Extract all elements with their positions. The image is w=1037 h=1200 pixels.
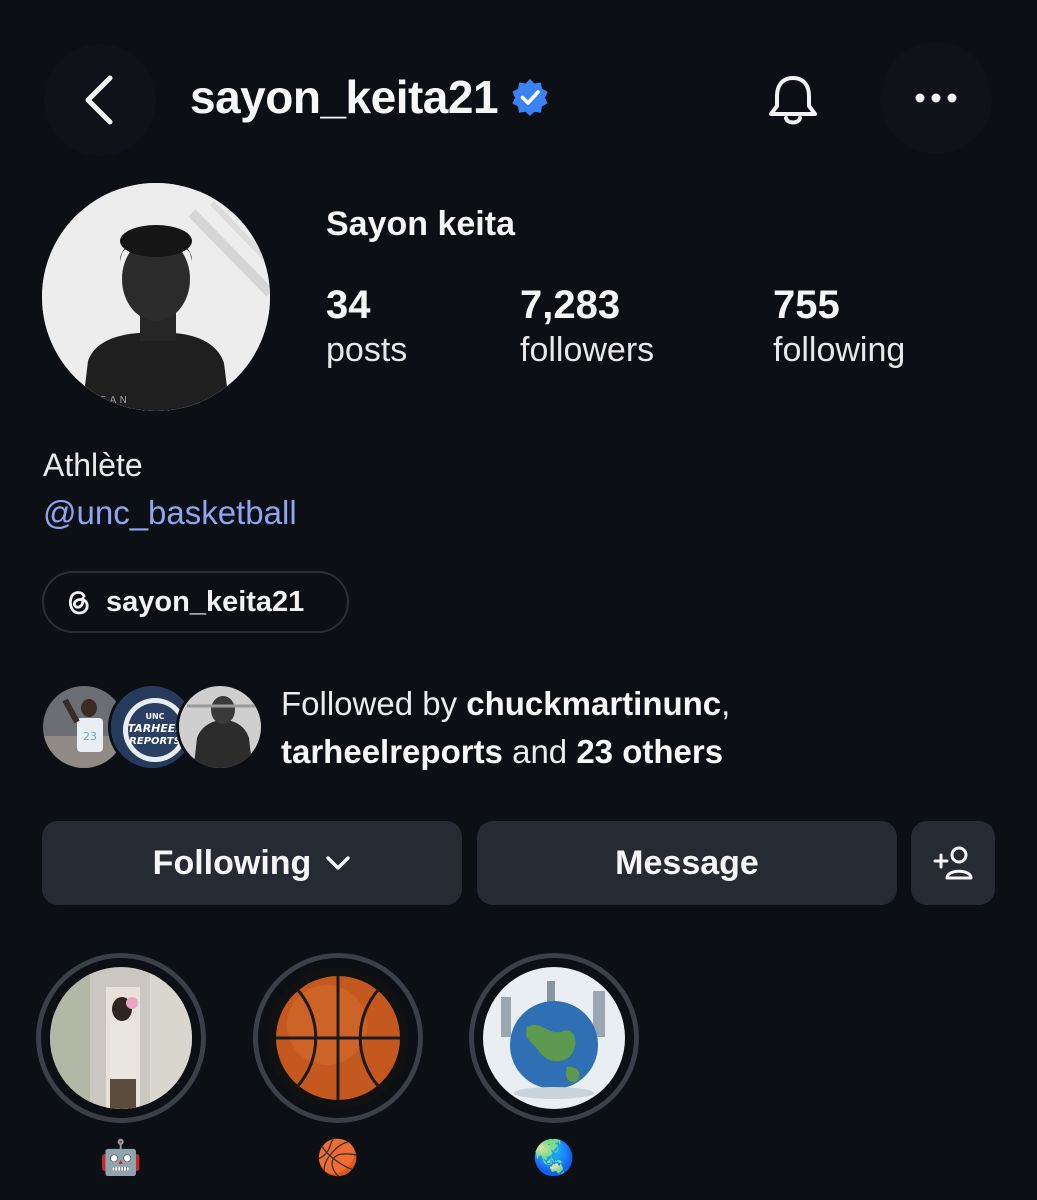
highlight-ring xyxy=(36,953,206,1123)
highlight-cover-1 xyxy=(50,967,192,1109)
bio-category: Athlète xyxy=(43,447,143,483)
following-label: following xyxy=(773,331,906,369)
story-highlight-2[interactable]: 🏀 xyxy=(253,953,423,1181)
story-highlight-1[interactable]: 🤖 xyxy=(36,953,206,1181)
username-text: sayon_keita21 xyxy=(190,71,499,123)
back-arrow-icon xyxy=(85,75,113,125)
mutual-avatar-3 xyxy=(176,683,264,771)
highlight-ring xyxy=(253,953,423,1123)
highlight-ring xyxy=(469,953,639,1123)
display-name: Sayon keita xyxy=(326,205,515,243)
message-button[interactable]: Message xyxy=(477,821,897,905)
threads-link-chip[interactable]: sayon_keita21 xyxy=(42,571,349,633)
mutual-user-2: tarheelreports xyxy=(281,733,503,770)
highlight-label-3: 🌏 xyxy=(532,1139,576,1177)
posts-label: posts xyxy=(326,331,408,369)
badge-line-1: UNC xyxy=(145,712,164,721)
add-person-icon xyxy=(933,846,973,880)
threads-username: sayon_keita21 xyxy=(106,585,305,618)
mutual-user-1: chuckmartinunc xyxy=(466,685,722,722)
bell-icon[interactable] xyxy=(762,70,824,132)
header-username: sayon_keita21 xyxy=(190,70,550,124)
badge-line-3: REPORTS xyxy=(129,736,181,747)
following-count: 755 xyxy=(773,283,840,327)
profile-avatar[interactable]: S A N xyxy=(42,183,270,411)
followed-by-and: and xyxy=(502,733,577,770)
suggest-people-button[interactable] xyxy=(911,821,995,905)
followed-by-comma: , xyxy=(721,685,731,722)
threads-icon xyxy=(69,591,89,615)
avatar-photo: S A N xyxy=(42,183,270,411)
more-options-button[interactable] xyxy=(880,42,992,154)
mutual-followers-avatars[interactable]: 23 UNC TARHEEL REPORTS xyxy=(40,683,264,773)
profile-page: sayon_keita21 S A N Sayon keita 34 posts… xyxy=(0,0,1037,1200)
story-highlight-3[interactable]: 🌏 xyxy=(469,953,639,1181)
following-button-label: Following xyxy=(152,843,312,882)
following-stat[interactable]: 755 following xyxy=(773,282,905,372)
bio-mention-link[interactable]: @unc_basketball xyxy=(43,494,297,532)
verified-badge-icon xyxy=(512,79,548,116)
following-button[interactable]: Following xyxy=(42,821,462,905)
highlight-cover-3 xyxy=(483,967,625,1109)
mutual-avatar-jersey-number: 23 xyxy=(83,730,97,743)
followers-stat[interactable]: 7,283 followers xyxy=(520,282,654,372)
followers-label: followers xyxy=(520,331,655,369)
highlight-label-1: 🤖 xyxy=(99,1139,143,1177)
message-button-label: Message xyxy=(615,843,759,882)
posts-count: 34 xyxy=(326,283,371,327)
more-options-icon xyxy=(915,93,957,103)
followed-by-text[interactable]: Followed by chuckmartinunc, tarheelrepor… xyxy=(281,680,730,776)
chevron-down-icon xyxy=(326,856,351,870)
followed-by-prefix: Followed by xyxy=(281,685,467,722)
back-button[interactable] xyxy=(44,44,156,156)
followers-count: 7,283 xyxy=(520,283,621,327)
mutual-others-count: 23 others xyxy=(576,733,724,770)
posts-stat[interactable]: 34 posts xyxy=(326,282,407,372)
highlight-label-2: 🏀 xyxy=(316,1139,360,1177)
highlight-cover-2 xyxy=(267,967,409,1109)
avatar-shirt-lettering: S A N xyxy=(100,395,127,406)
badge-line-2: TARHEEL xyxy=(128,722,183,735)
